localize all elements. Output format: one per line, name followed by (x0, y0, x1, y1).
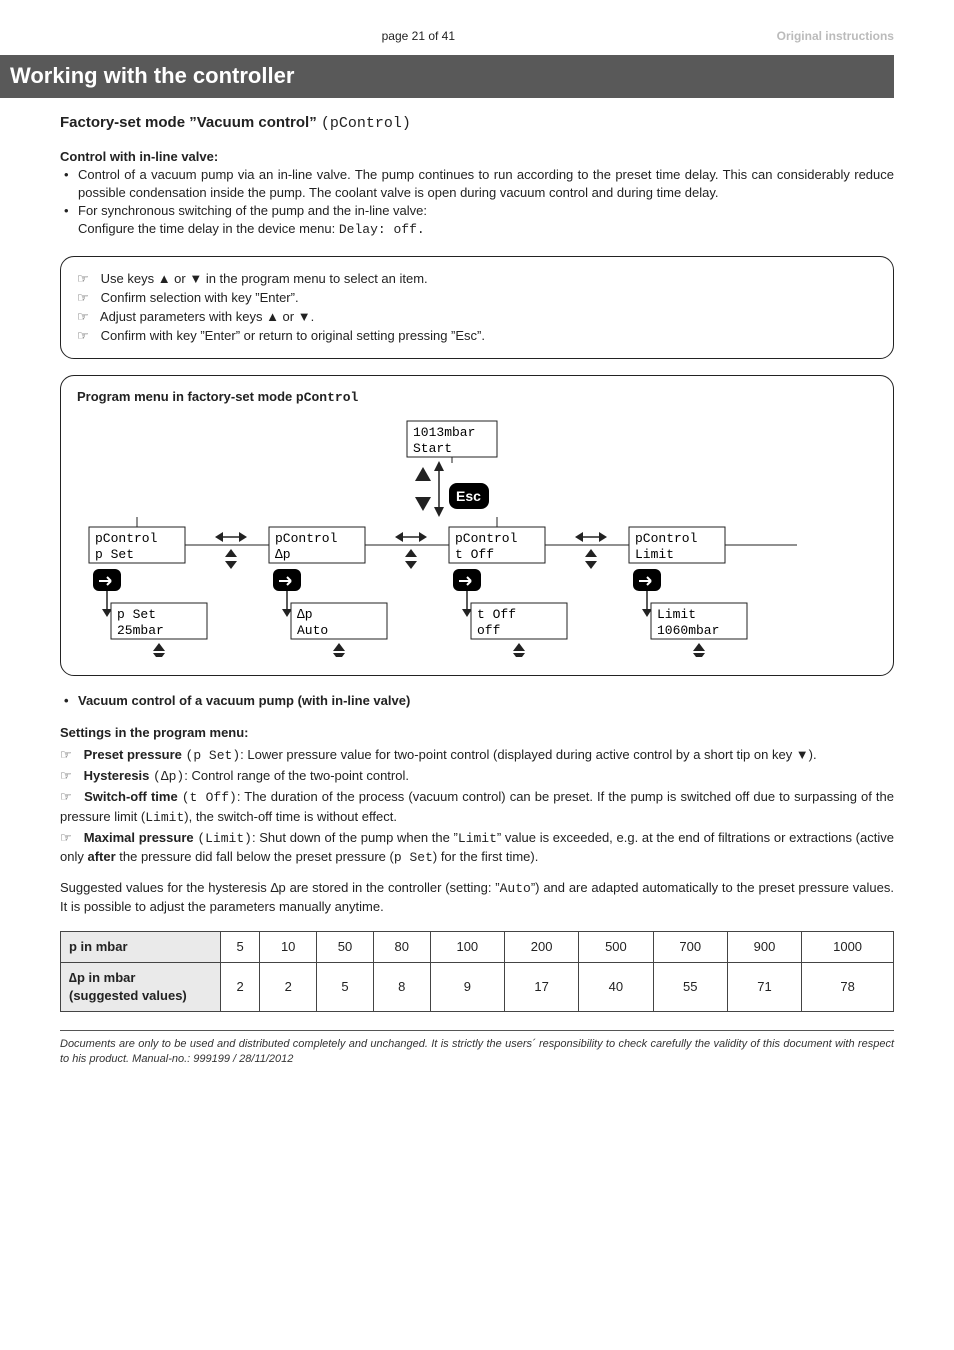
settings-heading: Settings in the program menu: (60, 724, 894, 742)
footer-note: Documents are only to be used and distri… (60, 1030, 894, 1068)
doc-type-label: Original instructions (777, 28, 894, 45)
control-bullet-1: Control of a vacuum pump via an in-line … (60, 166, 894, 202)
instruction-box: ☞ Use keys ▲ or ▼ in the program menu to… (60, 256, 894, 360)
svg-text:Esc: Esc (456, 488, 481, 504)
svg-text:Start: Start (413, 441, 452, 456)
control-bullet-2: For synchronous switching of the pump an… (60, 202, 894, 239)
svg-text:pControl: pControl (635, 531, 698, 546)
pointer-icon: ☞ (77, 289, 97, 307)
section-banner: Working with the controller (0, 55, 894, 98)
control-block: Control with in-line valve: Control of a… (60, 148, 894, 240)
settings-list: ☞ Preset pressure (p Set): Lower pressur… (60, 746, 894, 867)
table-row: ∆p in mbar(suggested values) 22589174055… (61, 962, 894, 1011)
svg-text:pControl: pControl (275, 531, 338, 546)
table-row: p in mbar 51050801002005007009001000 (61, 931, 894, 962)
vacuum-control-bullet: Vacuum control of a vacuum pump (with in… (60, 692, 894, 710)
svg-text:pControl: pControl (455, 531, 518, 546)
svg-text:t Off: t Off (477, 607, 516, 622)
svg-text:Auto: Auto (297, 623, 328, 638)
pointer-icon: ☞ (77, 270, 97, 288)
diagram-box: Program menu in factory-set mode pContro… (60, 375, 894, 675)
svg-text:t Off: t Off (455, 547, 494, 562)
svg-text:Limit: Limit (635, 547, 674, 562)
pointer-icon: ☞ (60, 746, 80, 764)
hysteresis-table: p in mbar 51050801002005007009001000 ∆p … (60, 931, 894, 1013)
pointer-icon: ☞ (77, 308, 97, 326)
pointer-icon: ☞ (77, 327, 97, 345)
pointer-icon: ☞ (60, 767, 80, 785)
pointer-icon: ☞ (60, 788, 80, 806)
svg-text:p Set: p Set (117, 607, 156, 622)
svg-text:1013mbar: 1013mbar (413, 425, 475, 440)
page-number: page 21 of 41 (382, 28, 455, 45)
svg-text:25mbar: 25mbar (117, 623, 164, 638)
svg-text:Limit: Limit (657, 607, 696, 622)
program-menu-diagram: 1013mbar Start Esc pControl p Set p Set … (77, 417, 857, 657)
svg-text:1060mbar: 1060mbar (657, 623, 719, 638)
factory-mode-heading: Factory-set mode ”Vacuum control” (pCont… (60, 112, 894, 134)
svg-text:p Set: p Set (95, 547, 134, 562)
svg-text:pControl: pControl (95, 531, 158, 546)
svg-text:∆p: ∆p (275, 547, 291, 562)
pointer-icon: ☞ (60, 829, 80, 847)
suggested-values-paragraph: Suggested values for the hysteresis ∆p a… (60, 879, 894, 916)
svg-text:∆p: ∆p (297, 607, 313, 622)
svg-text:off: off (477, 623, 500, 638)
